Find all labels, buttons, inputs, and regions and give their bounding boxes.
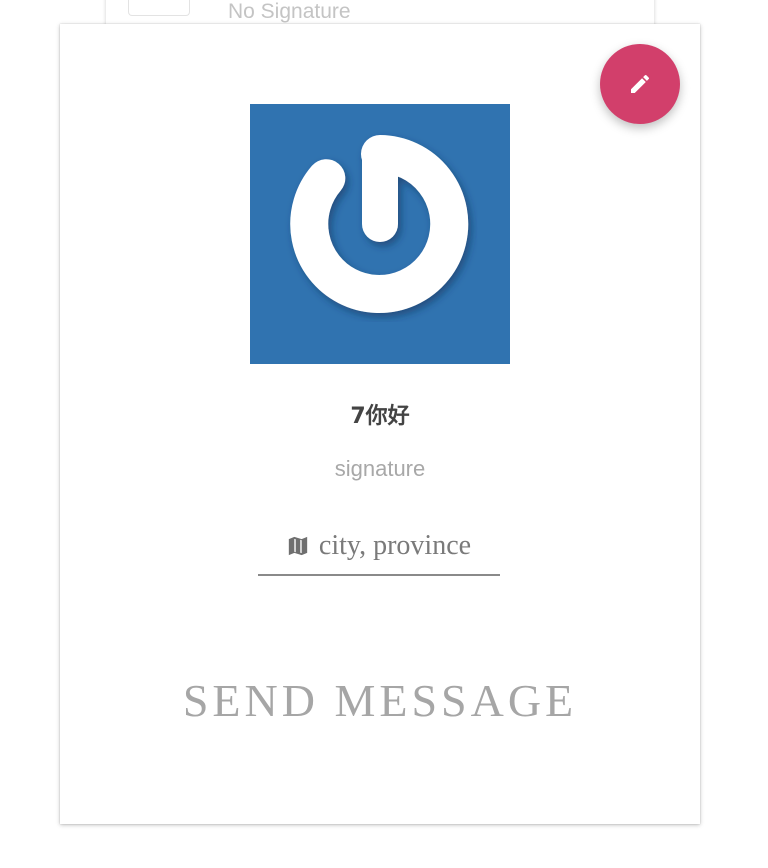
edit-profile-button[interactable] [600, 44, 680, 124]
pencil-icon [631, 74, 650, 93]
signature-text: signature [334, 456, 426, 481]
profile-card: 7你好 signature city, province SEND MESSAG… [60, 24, 700, 824]
avatar [250, 104, 510, 364]
location-field: city, province [258, 518, 500, 576]
send-message-button[interactable]: SEND MESSAGE [60, 674, 700, 727]
power-logo-icon [290, 135, 469, 313]
background-avatar [128, 0, 190, 16]
username: 7你好 [350, 404, 410, 429]
page: No Signature 7你好 signature city, provinc… [0, 0, 768, 868]
map-icon [288, 536, 308, 556]
location-text: city, province [318, 530, 472, 561]
background-signature: No Signature [228, 0, 351, 23]
